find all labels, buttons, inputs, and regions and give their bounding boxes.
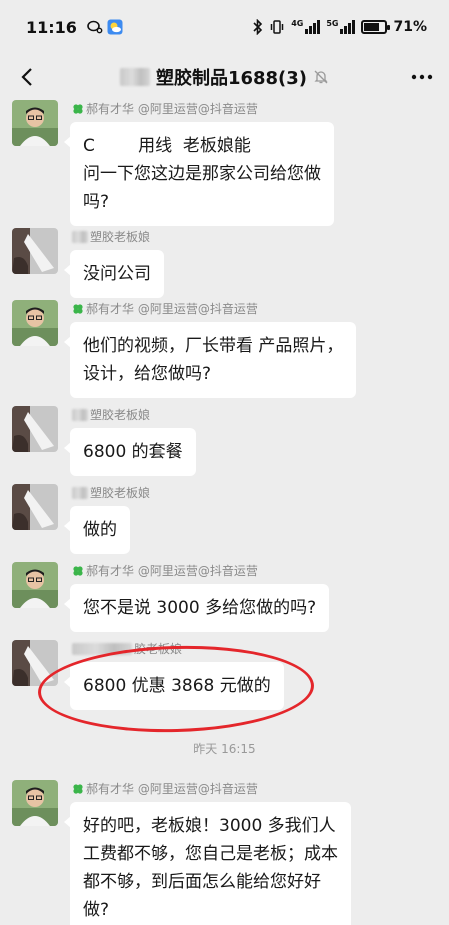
status-time: 11:16 [26,17,77,37]
bluetooth-icon [253,19,263,35]
battery-icon [361,20,391,34]
avatar[interactable] [12,562,58,608]
message-line: 吗? [83,192,110,212]
status-bar: 11:16 4G 5G 71% [0,0,449,54]
clover-icon [73,565,83,576]
chat-notification-icon [87,20,103,34]
chat-title: 塑胶制品1688(3) [155,68,308,89]
message-line: 您不是说 3000 多给您做的吗? [83,598,317,618]
clover-icon [73,783,83,794]
avatar[interactable] [12,406,58,452]
message-line: 做的 [83,520,117,540]
message-bubble[interactable]: 他们的视频，厂长带看 产品照片， 设计，给您做吗? [63,322,357,398]
message-line: 都不够，到后面怎么能给您好好 [83,872,321,892]
more-options-button[interactable] [405,60,439,94]
sender-name: 塑胶老板娘 [72,484,150,501]
message-line: 做? [83,900,110,920]
sender-text: 塑胶老板娘 [90,408,151,422]
message-line: 6800 优惠 3868 元做的 [83,676,271,696]
chevron-left-icon [21,68,32,86]
sender-name: 塑胶老板娘 [72,228,150,245]
battery-percent: 71% [393,19,427,35]
message-line: C 用线 老板娘能 [83,136,251,156]
sender-text: 胶老板娘 [134,642,183,656]
clover-icon [73,103,83,114]
sender-text: 郝有才华 @阿里运营@抖音运营 [86,302,258,316]
message-line: 他们的视频，厂长带看 产品照片， [83,336,344,356]
avatar[interactable] [12,100,58,146]
redacted-name [72,486,88,499]
clover-icon [73,303,83,314]
sender-name: 郝有才华 @阿里运营@抖音运营 [72,780,258,797]
message-bubble[interactable]: 没问公司 [64,250,164,298]
chat-timestamp: 昨天 16:15 [193,742,256,756]
redacted-name [72,408,88,421]
redacted-name [119,68,150,86]
message-line: 没问公司 [83,264,151,284]
weather-icon [107,19,123,35]
signal-5g-icon: 5G [326,19,356,34]
battery-fill [364,23,379,31]
message-bubble[interactable]: 您不是说 3000 多给您做的吗? [63,584,330,632]
avatar[interactable] [12,228,58,274]
message-bubble[interactable]: 做的 [64,506,130,554]
message-bubble[interactable]: 6800 优惠 3868 元做的 [64,662,284,710]
message-line: 设计，给您做吗? [83,364,212,384]
vibrate-icon [270,20,284,34]
chat-header: 塑胶制品1688(3) [0,54,449,100]
sender-text: 塑胶老板娘 [90,230,151,244]
mute-bell-icon [314,70,328,84]
message-bubble[interactable]: C 用线 老板娘能问一下您这边是那家公司给您做 吗? [64,122,334,226]
signal-4g-icon: 4G [291,19,321,34]
avatar[interactable] [12,484,58,530]
sender-text: 郝有才华 @阿里运营@抖音运营 [86,564,258,578]
message-line: 问一下您这边是那家公司给您做 [83,164,321,184]
signal-5g-label: 5G [326,19,339,28]
message-bubble[interactable]: 6800 的套餐 [64,428,196,476]
sender-name: 郝有才华 @阿里运营@抖音运营 [72,562,258,579]
sender-name: 郝有才华 @阿里运营@抖音运营 [72,300,258,317]
signal-4g-label: 4G [291,19,304,28]
avatar[interactable] [12,780,58,826]
avatar[interactable] [12,640,58,686]
message-line: 好的吧，老板娘！3000 多我们人 [83,816,336,836]
avatar[interactable] [12,300,58,346]
redacted-name [72,230,88,243]
chat-title-group: 塑胶制品1688(3) [119,64,329,90]
sender-name: 郝有才华 @阿里运营@抖音运营 [72,100,258,117]
message-line: 工费都不够，您自己是老板；成本 [83,844,338,864]
message-bubble[interactable]: 好的吧，老板娘！3000 多我们人 工费都不够，您自己是老板；成本 都不够，到后面怎… [64,802,351,925]
sender-name: 塑胶老板娘 [72,406,150,423]
ellipsis-icon [411,74,433,80]
message-line: 6800 的套餐 [83,442,183,462]
sender-text: 郝有才华 @阿里运营@抖音运营 [86,102,258,116]
sender-text: 郝有才华 @阿里运营@抖音运营 [86,782,258,796]
redacted-name [72,642,132,655]
sender-text: 塑胶老板娘 [90,486,151,500]
sender-name: 胶老板娘 [72,640,182,657]
back-button[interactable] [10,60,44,94]
